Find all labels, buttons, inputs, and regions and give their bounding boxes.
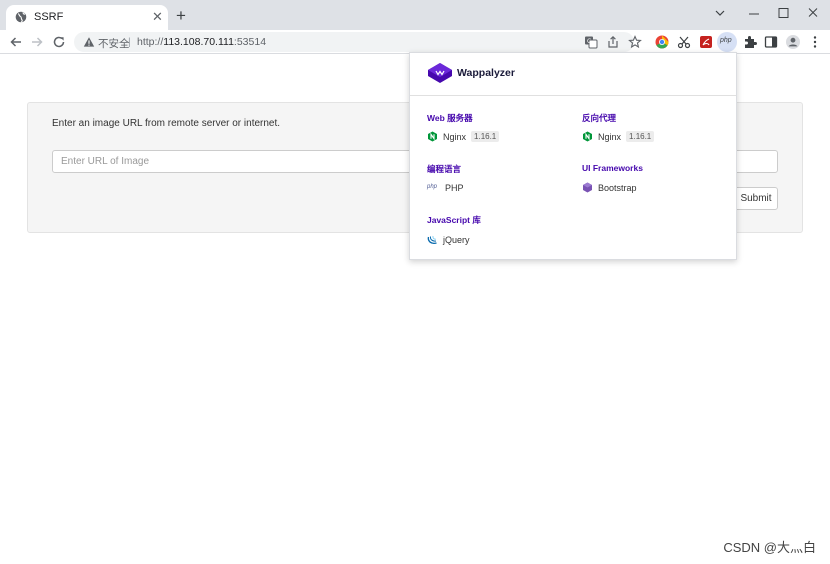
tech-item-nginx[interactable]: Nginx 1.16.1 (427, 131, 500, 142)
tab-search-chevron-icon[interactable] (708, 5, 732, 21)
minimize-icon[interactable] (742, 5, 766, 21)
pdf-extension-icon[interactable] (698, 34, 714, 50)
tech-name: PHP (445, 182, 464, 193)
browser-tab[interactable]: SSRF ✕ (6, 5, 168, 30)
url-text[interactable]: http://113.108.70.111:53514 (137, 36, 266, 48)
maximize-icon[interactable] (771, 5, 795, 21)
reload-icon[interactable] (51, 34, 67, 50)
profile-avatar-icon[interactable] (785, 34, 801, 50)
nginx-icon (428, 131, 437, 142)
forward-arrow-icon[interactable] (29, 34, 45, 50)
back-arrow-icon[interactable] (8, 34, 24, 50)
svg-text:G: G (587, 38, 592, 45)
browser-toolbar: 不安全 | http://113.108.70.111:53514 G php (0, 30, 830, 54)
tab-title: SSRF (34, 11, 64, 23)
wappalyzer-header: Wappalyzer (410, 53, 736, 96)
globe-icon (15, 11, 27, 23)
new-tab-icon[interactable]: + (176, 7, 186, 24)
nginx-icon (583, 131, 592, 142)
url-host: 113.108.70.111 (163, 36, 234, 48)
tech-name: Nginx (443, 131, 467, 142)
tech-name: jQuery (443, 234, 470, 245)
instruction-text: Enter an image URL from remote server or… (52, 118, 281, 129)
translate-icon[interactable]: G (584, 35, 598, 49)
bootstrap-icon (583, 182, 592, 193)
address-bar[interactable]: 不安全 | http://113.108.70.111:53514 G (74, 32, 642, 52)
category-ui-frameworks[interactable]: UI Frameworks (582, 163, 643, 173)
wappalyzer-extension-button[interactable]: php (717, 32, 737, 52)
submit-button[interactable]: Submit (734, 187, 778, 210)
puzzle-extensions-icon[interactable] (742, 34, 758, 50)
close-window-icon[interactable] (801, 5, 825, 21)
url-scheme: http:// (137, 36, 164, 48)
php-logo-icon: php (427, 184, 438, 190)
category-web-server[interactable]: Web 服务器 (427, 112, 473, 124)
side-panel-icon[interactable] (763, 34, 779, 50)
category-reverse-proxy[interactable]: 反向代理 (582, 112, 616, 124)
wappalyzer-title: Wappalyzer (457, 67, 515, 79)
share-icon[interactable] (606, 35, 620, 49)
omnibox-separator: | (128, 36, 131, 48)
bookmark-star-icon[interactable] (628, 35, 642, 49)
tech-name: Nginx (598, 131, 622, 142)
tech-item-jquery[interactable]: jQuery (427, 234, 470, 245)
wappalyzer-logo-icon (428, 63, 452, 83)
tech-version-badge: 1.16.1 (626, 131, 655, 142)
jquery-icon (427, 235, 437, 244)
tech-name: Bootstrap (598, 182, 637, 193)
more-menu-icon[interactable] (807, 34, 823, 50)
tab-close-icon[interactable]: ✕ (152, 9, 163, 25)
tech-version-badge: 1.16.1 (471, 131, 500, 142)
warning-triangle-icon[interactable] (83, 36, 95, 48)
php-icon: php (720, 37, 732, 44)
url-port: :53514 (233, 36, 267, 48)
tech-item-php[interactable]: php PHP (427, 182, 464, 193)
tech-item-bootstrap[interactable]: Bootstrap (582, 182, 637, 193)
category-programming-language[interactable]: 编程语言 (427, 163, 461, 175)
tech-item-nginx-proxy[interactable]: Nginx 1.16.1 (582, 131, 655, 142)
security-status-label[interactable]: 不安全 (98, 36, 130, 51)
watermark-text: CSDN @大灬白 (723, 540, 816, 555)
scissors-icon[interactable] (676, 34, 692, 50)
wappalyzer-popup: Wappalyzer Web 服务器 Nginx 1.16.1 反向代理 Ngi… (409, 52, 737, 260)
tab-strip: SSRF ✕ + (0, 0, 830, 30)
chrome-extension-icon[interactable] (654, 34, 670, 50)
category-javascript-libraries[interactable]: JavaScript 库 (427, 214, 481, 226)
